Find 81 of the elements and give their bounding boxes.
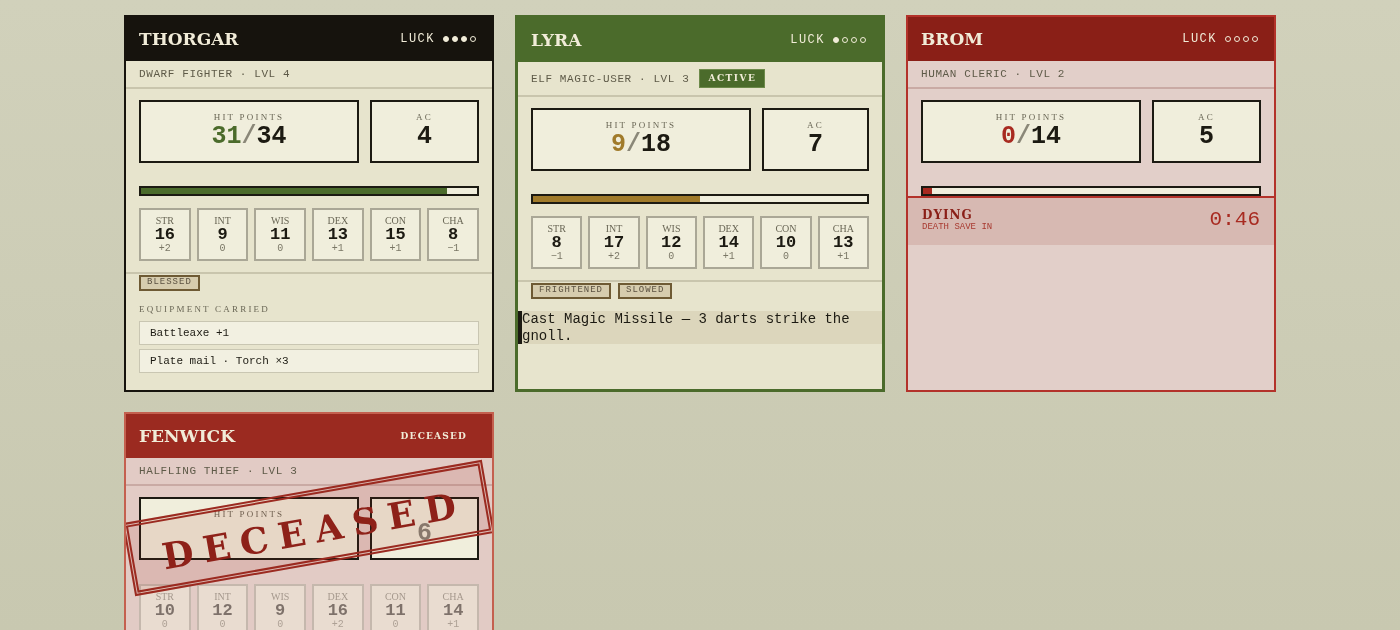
- stat-label: CHA: [832, 223, 854, 234]
- stat-modifier: 0: [219, 619, 226, 630]
- stat-label: CHA: [442, 215, 464, 226]
- class-level-text: ELF MAGIC-USER · LVL 3: [531, 72, 690, 85]
- armor-class-label: AC: [807, 120, 824, 131]
- character-name: LYRA: [531, 30, 582, 50]
- stat-label: CON: [384, 215, 407, 226]
- stat-modifier: −1: [550, 251, 563, 263]
- stat-modifier: −1: [447, 243, 460, 255]
- class-level-text: HUMAN CLERIC · LVL 2: [921, 68, 1066, 80]
- condition-tag: BLESSED: [139, 275, 200, 291]
- condition-tag: FRIGHTENED: [531, 283, 611, 299]
- stat-modifier: +1: [331, 243, 344, 255]
- stat-modifier: 0: [392, 619, 399, 630]
- character-name: THORGAR: [139, 29, 239, 49]
- stat-value: 11: [269, 226, 291, 243]
- armor-class-value: 5: [1199, 123, 1214, 151]
- class-level-text: HALFLING THIEF · LVL 3: [139, 465, 298, 477]
- stat-label: DEX: [718, 223, 739, 234]
- action-log-entry: Cast Magic Missile — 3 darts strike the gnoll.: [518, 311, 882, 344]
- class-level-text: DWARF FIGHTER · LVL 4: [139, 68, 291, 80]
- luck-label: LUCK: [790, 33, 825, 47]
- stat-value: 16: [154, 226, 176, 243]
- stat-modifier: +2: [331, 619, 344, 630]
- stat-value: 13: [327, 226, 349, 243]
- death-save-timer: 0:46: [1209, 208, 1260, 232]
- stat-value: 10: [154, 602, 176, 619]
- stat-value: 8: [551, 234, 562, 251]
- hit-points-value: 31/34: [211, 123, 287, 151]
- hit-points-label: HIT POINTS: [605, 120, 677, 131]
- character-name: BROM: [921, 29, 984, 49]
- stat-value: 14: [718, 234, 739, 251]
- character-name: FENWICK: [139, 426, 235, 446]
- stat-value: 12: [661, 234, 682, 251]
- active-badge: ACTIVE: [699, 69, 766, 88]
- stat-value: 17: [603, 234, 625, 251]
- condition-tag: SLOWED: [618, 283, 673, 299]
- stat-value: 11: [385, 602, 406, 619]
- stat-label: CON: [775, 223, 797, 234]
- armor-class-value: 4: [417, 123, 432, 151]
- stat-modifier: 0: [219, 243, 226, 255]
- stat-modifier: +1: [389, 243, 402, 255]
- stat-label: STR: [155, 215, 174, 226]
- stat-label: STR: [547, 223, 566, 234]
- stat-modifier: 0: [668, 251, 675, 263]
- stat-modifier: +1: [837, 251, 850, 263]
- equipment-item: Battleaxe +1: [139, 321, 479, 345]
- status-label: DECEASED: [400, 430, 467, 442]
- stat-modifier: 0: [277, 243, 284, 255]
- stat-value: 15: [385, 226, 406, 243]
- equipment-item: Plate mail · Torch ×3: [139, 349, 479, 373]
- stat-value: 10: [775, 234, 797, 251]
- stat-label: INT: [214, 215, 231, 226]
- dying-title: DYING: [922, 208, 974, 222]
- stat-value: 9: [275, 602, 286, 619]
- stat-label: INT: [605, 223, 623, 234]
- hit-points-label: HIT POINTS: [213, 112, 285, 123]
- death-save-caption: DEATH SAVE IN: [922, 222, 993, 233]
- stat-value: 16: [327, 602, 349, 619]
- stat-label: DEX: [327, 215, 349, 226]
- luck-label: LUCK: [400, 32, 435, 46]
- hit-points-value: 0/14: [1000, 123, 1061, 151]
- luck-label: LUCK: [1182, 32, 1217, 46]
- stat-value: 13: [833, 234, 854, 251]
- stat-modifier: 0: [783, 251, 789, 263]
- stat-label: WIS: [271, 215, 290, 226]
- stat-value: 9: [217, 226, 228, 243]
- stat-value: 8: [448, 226, 459, 243]
- hit-points-value: 9/18: [610, 131, 671, 159]
- hit-points-label: HIT POINTS: [995, 112, 1067, 123]
- stat-modifier: +2: [608, 251, 620, 263]
- stat-modifier: +1: [447, 619, 460, 630]
- stat-label: WIS: [662, 223, 681, 234]
- armor-class-value: 7: [808, 131, 823, 159]
- stat-modifier: +2: [158, 243, 171, 255]
- stat-value: 12: [212, 602, 233, 619]
- armor-class-label: AC: [416, 112, 433, 123]
- armor-class-label: AC: [1198, 112, 1215, 123]
- stat-value: 14: [442, 602, 464, 619]
- stat-modifier: +1: [722, 251, 735, 263]
- equipment-heading: EQUIPMENT CARRIED: [139, 303, 271, 315]
